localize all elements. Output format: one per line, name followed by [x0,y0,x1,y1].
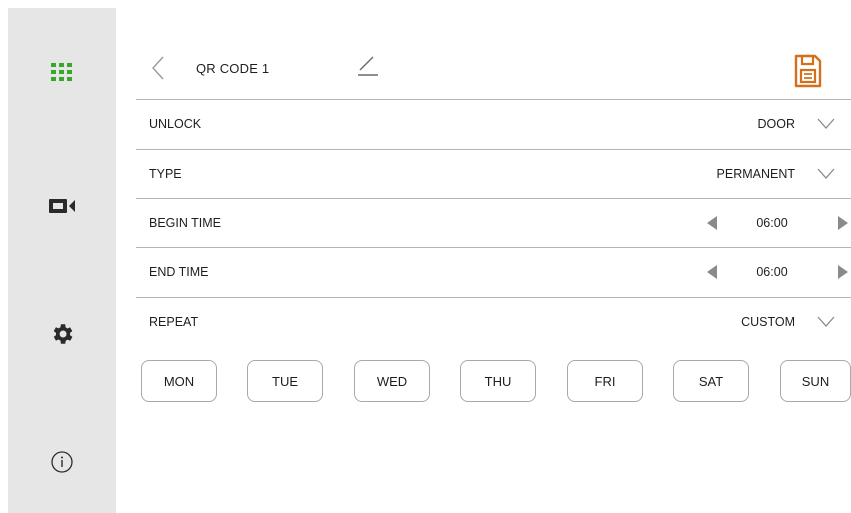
info-icon [51,451,73,473]
gear-icon [53,324,73,344]
day-button-mon[interactable]: MON [141,360,217,402]
repeat-label: REPEAT [149,315,199,329]
sidebar-item-info[interactable] [8,442,116,482]
sidebar-item-settings[interactable] [8,314,116,354]
weekday-selector: MON TUE WED THU FRI SAT SUN [141,360,851,402]
unlock-row[interactable]: UNLOCK DOOR [136,99,851,149]
increase-arrow-icon[interactable] [837,215,849,231]
main-panel: QR CODE 1 UNLOCK DOOR TYPE PERMANENT BEG… [136,0,851,513]
end-time-value: 06:00 [756,265,788,279]
begin-time-label: BEGIN TIME [149,216,222,230]
edit-pencil-icon[interactable] [356,53,380,79]
unlock-label: UNLOCK [149,117,202,131]
type-row[interactable]: TYPE PERMANENT [136,149,851,199]
video-camera-icon [49,199,75,213]
day-button-sun[interactable]: SUN [780,360,851,402]
end-time-label: END TIME [149,265,209,279]
sidebar-item-apps[interactable] [8,52,116,92]
begin-time-value: 06:00 [756,216,788,230]
sidebar-item-camera[interactable] [8,186,116,226]
back-arrow-icon[interactable] [150,55,166,81]
chevron-down-icon[interactable] [817,313,835,329]
type-label: TYPE [149,167,182,181]
increase-arrow-icon[interactable] [837,264,849,280]
decrease-arrow-icon[interactable] [706,264,718,280]
chevron-down-icon[interactable] [817,165,835,181]
sidebar [8,8,116,513]
day-button-fri[interactable]: FRI [567,360,643,402]
begin-time-row: BEGIN TIME 06:00 [136,198,851,248]
end-time-row: END TIME 06:00 [136,247,851,297]
day-button-tue[interactable]: TUE [247,360,323,402]
day-button-wed[interactable]: WED [354,360,430,402]
unlock-value: DOOR [757,117,796,131]
chevron-down-icon[interactable] [817,115,835,131]
apps-grid-icon [51,63,72,81]
page-title: QR CODE 1 [196,61,270,76]
type-value: PERMANENT [716,167,795,181]
header: QR CODE 1 [136,45,851,99]
save-floppy-icon[interactable] [793,53,823,89]
repeat-row[interactable]: REPEAT CUSTOM [136,297,851,347]
day-button-thu[interactable]: THU [460,360,536,402]
repeat-value: CUSTOM [741,315,795,329]
day-button-sat[interactable]: SAT [673,360,749,402]
decrease-arrow-icon[interactable] [706,215,718,231]
